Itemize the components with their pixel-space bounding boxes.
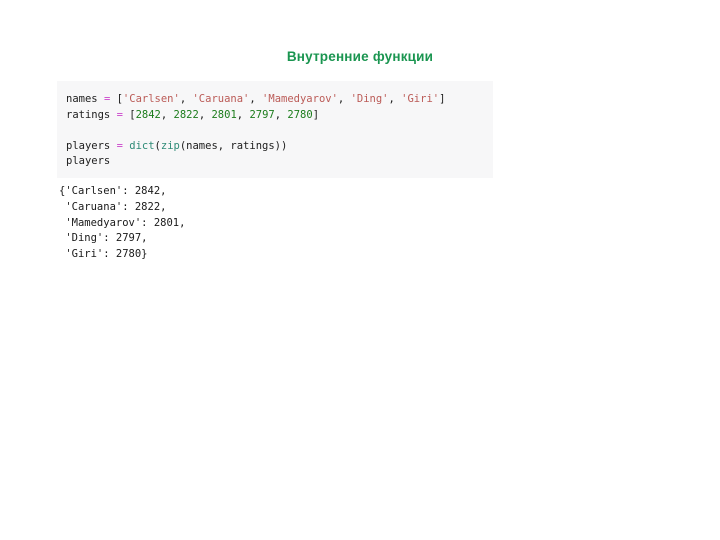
page-title: Внутренние функции bbox=[286, 49, 434, 64]
code-token-name: ratings bbox=[66, 108, 111, 121]
line-names: names = ['Carlsen', 'Caruana', 'Mamedyar… bbox=[66, 92, 493, 108]
code-token-punct: , bbox=[337, 93, 351, 105]
line-players-assign: players = dict(zip(names, ratings)) bbox=[66, 139, 493, 155]
code-token-num: 2780 bbox=[287, 108, 313, 121]
code-token-str: 'Caruana' bbox=[192, 93, 250, 105]
code-token-punct: ] bbox=[439, 93, 446, 105]
code-cell: names = ['Carlsen', 'Caruana', 'Mamedyar… bbox=[57, 81, 493, 178]
code-token-str: 'Giri' bbox=[401, 93, 440, 105]
code-token-punct: , bbox=[198, 108, 212, 121]
code-token-num: 2797 bbox=[249, 108, 275, 121]
code-token-str: 'Ding' bbox=[350, 93, 389, 105]
output-line: 'Giri': 2780} bbox=[59, 248, 148, 261]
code-token-str: 'Mamedyarov' bbox=[262, 93, 338, 105]
code-token-built: zip bbox=[160, 139, 180, 152]
code-token-name: players bbox=[66, 139, 111, 152]
line-blank bbox=[66, 123, 493, 139]
code-token-punct: , bbox=[249, 93, 263, 105]
code-token-num: 2801 bbox=[211, 108, 237, 121]
code-token-num: 2822 bbox=[173, 108, 199, 121]
code-token-name: names bbox=[66, 93, 98, 105]
output-line: 'Ding': 2797, bbox=[59, 232, 148, 245]
code-output: {'Carlsen': 2842, 'Caruana': 2822, 'Mame… bbox=[59, 184, 489, 263]
code-token-punct: , bbox=[388, 93, 402, 105]
code-token-name: players bbox=[66, 155, 111, 167]
code-token-punct: , bbox=[160, 108, 174, 121]
code-token-punct: ] bbox=[312, 108, 320, 121]
output-line: {'Carlsen': 2842, bbox=[59, 185, 167, 197]
code-token-built: dict bbox=[129, 139, 155, 152]
output-line: 'Mamedyarov': 2801, bbox=[59, 216, 186, 229]
code-token-punct: (names, ratings)) bbox=[179, 139, 288, 152]
output-line: 'Caruana': 2822, bbox=[59, 200, 167, 213]
line-ratings: ratings = [2842, 2822, 2801, 2797, 2780] bbox=[66, 108, 493, 124]
code-token-punct: , bbox=[236, 108, 250, 121]
code-token-punct: , bbox=[274, 108, 288, 121]
line-players-echo: players bbox=[66, 154, 493, 170]
code-token-str: 'Carlsen' bbox=[122, 93, 180, 105]
code-token-punct: , bbox=[179, 93, 193, 105]
code-token-num: 2842 bbox=[135, 108, 161, 121]
